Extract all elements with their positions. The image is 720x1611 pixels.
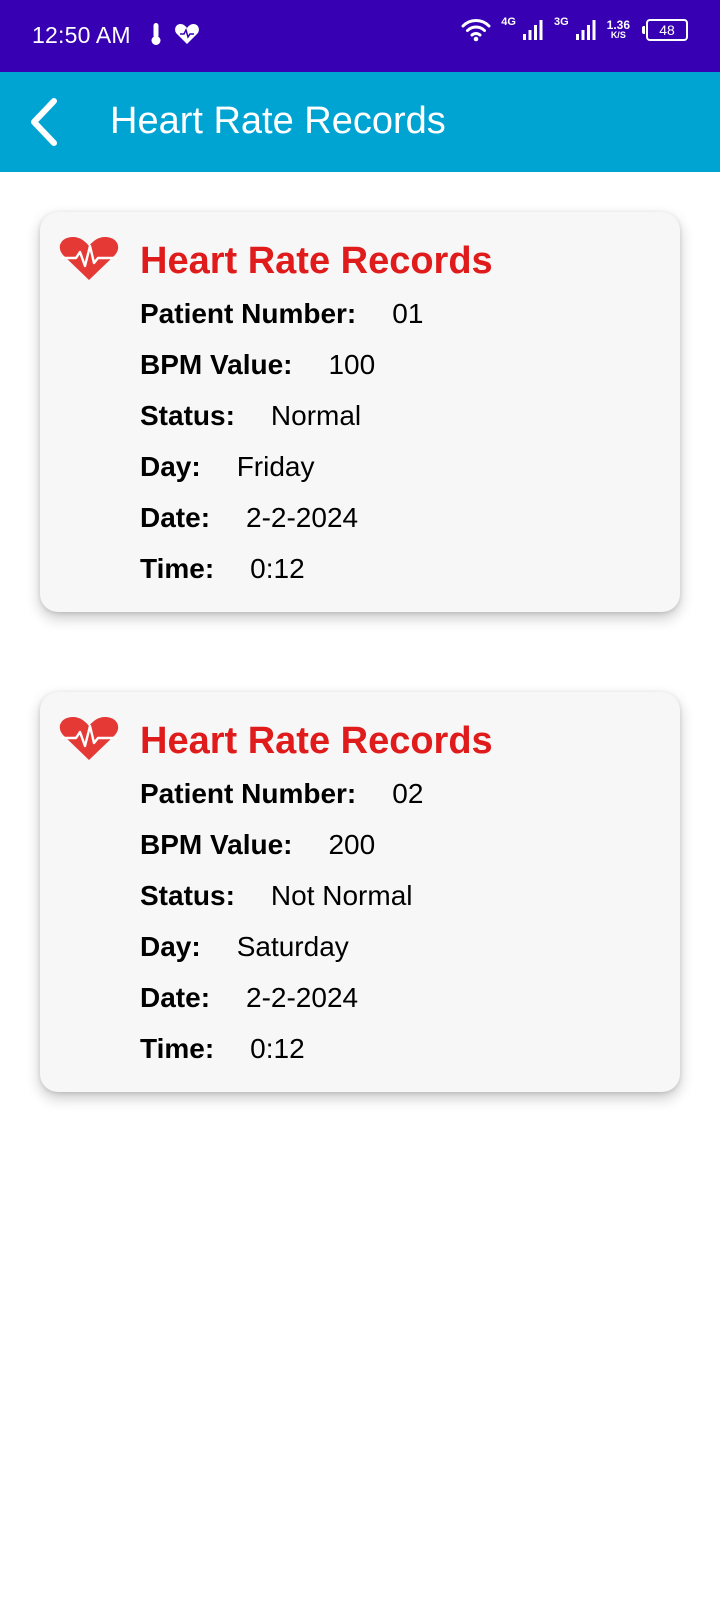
heart-rate-icon — [59, 237, 119, 280]
time-label: Time: — [140, 553, 215, 584]
record-card[interactable]: Heart Rate Records Patient Number: 01 BPM… — [40, 212, 680, 612]
status-right-icons: 4G 3G 1.36 K/S 48 — [461, 16, 688, 42]
patient-number-row: Patient Number: 01 — [140, 298, 423, 330]
status-label: Status: — [140, 880, 235, 911]
day-label: Day: — [140, 451, 201, 482]
date-label: Date: — [140, 502, 211, 533]
time-row: Time: 0:12 — [140, 1033, 305, 1065]
network-speed: 1.36 K/S — [606, 18, 630, 40]
date-value: 2-2-2024 — [246, 982, 359, 1013]
app-bar: Heart Rate Records — [0, 72, 720, 172]
patient-number-row: Patient Number: 02 — [140, 778, 423, 810]
network-speed-value: 1.36 — [606, 18, 630, 32]
battery-level: 48 — [659, 22, 675, 38]
day-label: Day: — [140, 931, 201, 962]
status-value: Not Normal — [270, 880, 413, 911]
time-value: 0:12 — [250, 1033, 305, 1064]
date-value: 2-2-2024 — [246, 502, 359, 533]
day-value: Friday — [236, 451, 315, 482]
patient-number-value: 01 — [392, 298, 424, 329]
bpm-row: BPM Value: 100 — [140, 349, 375, 381]
heart-notification-icon — [175, 24, 199, 44]
record-card[interactable]: Heart Rate Records Patient Number: 02 BPM… — [40, 692, 680, 1092]
heart-rate-icon — [59, 717, 119, 760]
status-row: Status: Not Normal — [140, 880, 413, 912]
patient-number-value: 02 — [392, 778, 424, 809]
date-row: Date: 2-2-2024 — [140, 982, 358, 1014]
bpm-row: BPM Value: 200 — [140, 829, 375, 861]
signal-4g-icon — [522, 20, 543, 40]
bpm-value: 100 — [328, 349, 376, 380]
network-speed-unit: K/S — [610, 30, 626, 40]
bpm-label: BPM Value: — [140, 349, 293, 380]
status-time: 12:50 AM — [32, 22, 131, 48]
back-arrow-icon — [31, 98, 57, 146]
time-value: 0:12 — [250, 553, 305, 584]
record-title: Heart Rate Records — [140, 240, 493, 282]
time-label: Time: — [140, 1033, 215, 1064]
signal-3g-icon — [575, 20, 596, 40]
battery-icon: 48 — [642, 19, 688, 41]
page-title: Heart Rate Records — [110, 100, 446, 142]
status-label: Status: — [140, 400, 235, 431]
thermometer-icon — [151, 23, 161, 45]
day-value: Saturday — [236, 931, 349, 962]
status-value: Normal — [270, 400, 362, 431]
status-row: Status: Normal — [140, 400, 361, 432]
status-left-icons — [150, 22, 200, 46]
patient-number-label: Patient Number: — [140, 298, 357, 329]
bpm-label: BPM Value: — [140, 829, 293, 860]
status-bar: 12:50 AM 4G 3G 1.36 K/S 48 — [0, 0, 720, 72]
day-row: Day: Friday — [140, 451, 315, 483]
bpm-value: 200 — [328, 829, 376, 860]
record-title: Heart Rate Records — [140, 720, 493, 762]
patient-number-label: Patient Number: — [140, 778, 357, 809]
back-button[interactable] — [24, 96, 76, 148]
date-row: Date: 2-2-2024 — [140, 502, 358, 534]
date-label: Date: — [140, 982, 211, 1013]
network-4g-label: 4G — [501, 16, 516, 28]
records-list: Heart Rate Records Patient Number: 01 BPM… — [40, 212, 680, 1172]
day-row: Day: Saturday — [140, 931, 349, 963]
wifi-icon — [461, 19, 491, 42]
time-row: Time: 0:12 — [140, 553, 305, 585]
network-3g-label: 3G — [553, 16, 569, 28]
